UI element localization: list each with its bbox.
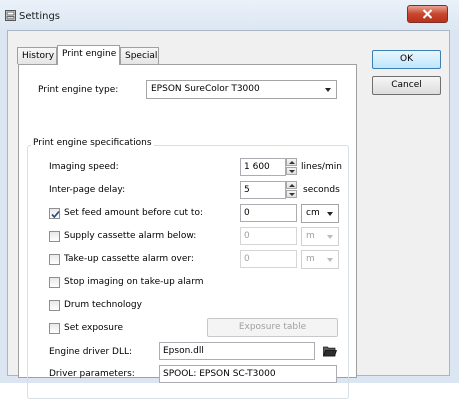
engine-driver-dll-input[interactable]: Epson.dll	[159, 342, 315, 360]
print-engine-type-select[interactable]: EPSON SureColor T3000	[146, 80, 337, 99]
tab-label: History	[22, 51, 55, 61]
inter-page-delay-input[interactable]: 5	[240, 181, 286, 199]
window-title: Settings	[19, 11, 61, 22]
supply-alarm-input[interactable]: 0	[240, 227, 297, 245]
drum-technology-label[interactable]: Drum technology	[64, 300, 142, 310]
supply-alarm-value: 0	[244, 231, 250, 241]
print-engine-type-label: Print engine type:	[38, 85, 119, 95]
ok-button[interactable]: OK	[372, 50, 441, 69]
cancel-button[interactable]: Cancel	[372, 76, 441, 95]
print-engine-panel: Print engine type: EPSON SureColor T3000…	[18, 64, 357, 399]
driver-parameters-value: SPOOL: EPSON SC-T3000	[163, 369, 276, 379]
close-button[interactable]	[407, 5, 448, 23]
imaging-speed-spinner[interactable]	[286, 158, 297, 175]
folder-open-icon[interactable]	[323, 345, 337, 357]
inter-page-delay-unit: seconds	[303, 185, 340, 195]
print-engine-specifications-group	[27, 145, 349, 399]
takeup-alarm-value: 0	[244, 254, 250, 264]
feed-cut-value: 0	[244, 208, 250, 218]
spin-up-icon[interactable]	[286, 181, 297, 189]
takeup-alarm-unit-select[interactable]: m	[301, 250, 339, 269]
chevron-down-icon	[327, 235, 333, 239]
tab-special[interactable]: Special	[120, 47, 159, 64]
feed-cut-unit-select[interactable]: cm	[301, 204, 339, 223]
supply-alarm-checkbox[interactable]	[49, 231, 60, 242]
chevron-down-icon	[325, 88, 331, 92]
tab-label: Print engine	[62, 49, 117, 59]
set-exposure-label[interactable]: Set exposure	[64, 323, 123, 333]
chevron-down-icon	[327, 212, 333, 216]
takeup-alarm-label[interactable]: Take-up cassette alarm over:	[64, 254, 194, 264]
tab-history[interactable]: History	[17, 47, 57, 64]
engine-driver-dll-label: Engine driver DLL:	[49, 347, 133, 357]
title-bar[interactable]: Settings	[0, 0, 459, 30]
takeup-alarm-unit-value: m	[306, 254, 315, 264]
print-engine-type-value: EPSON SureColor T3000	[151, 84, 260, 94]
supply-alarm-label[interactable]: Supply cassette alarm below:	[64, 231, 196, 241]
imaging-speed-unit: lines/min	[301, 162, 342, 172]
driver-parameters-label: Driver parameters:	[49, 369, 135, 379]
feed-cut-input[interactable]: 0	[240, 204, 297, 222]
exposure-table-button[interactable]: Exposure table	[207, 318, 338, 337]
feed-cut-checkbox[interactable]	[49, 208, 60, 219]
feed-cut-label[interactable]: Set feed amount before cut to:	[64, 208, 203, 218]
driver-parameters-input[interactable]: SPOOL: EPSON SC-T3000	[159, 365, 337, 383]
close-icon	[422, 9, 433, 19]
inter-page-delay-value: 5	[244, 185, 250, 195]
drum-technology-checkbox[interactable]	[49, 300, 60, 311]
imaging-speed-input[interactable]: 1 600	[240, 158, 286, 176]
dialog-body: History Print engine Special OK Cancel P…	[7, 30, 450, 399]
spin-down-icon[interactable]	[286, 190, 297, 198]
set-exposure-checkbox[interactable]	[49, 323, 60, 334]
tab-label: Special	[125, 51, 158, 61]
imaging-speed-label: Imaging speed:	[49, 162, 119, 172]
feed-cut-unit-value: cm	[306, 208, 320, 218]
settings-window: Settings History Print engine Special OK…	[0, 0, 459, 399]
group-title: Print engine specifications	[31, 138, 154, 148]
stop-imaging-checkbox[interactable]	[49, 277, 60, 288]
takeup-alarm-checkbox[interactable]	[49, 254, 60, 265]
stop-imaging-label[interactable]: Stop imaging on take-up alarm	[64, 277, 204, 287]
engine-driver-dll-value: Epson.dll	[163, 346, 204, 356]
takeup-alarm-input[interactable]: 0	[240, 250, 297, 268]
inter-page-delay-spinner[interactable]	[286, 181, 297, 198]
tab-print-engine[interactable]: Print engine	[57, 45, 120, 65]
checkmark-icon	[51, 210, 60, 219]
chevron-down-icon	[327, 258, 333, 262]
supply-alarm-unit-select[interactable]: m	[301, 227, 339, 246]
supply-alarm-unit-value: m	[306, 231, 315, 241]
spin-up-icon[interactable]	[286, 158, 297, 166]
imaging-speed-value: 1 600	[244, 162, 270, 172]
spin-down-icon[interactable]	[286, 167, 297, 175]
inter-page-delay-label: Inter-page delay:	[49, 185, 126, 195]
settings-window-icon	[5, 10, 16, 21]
